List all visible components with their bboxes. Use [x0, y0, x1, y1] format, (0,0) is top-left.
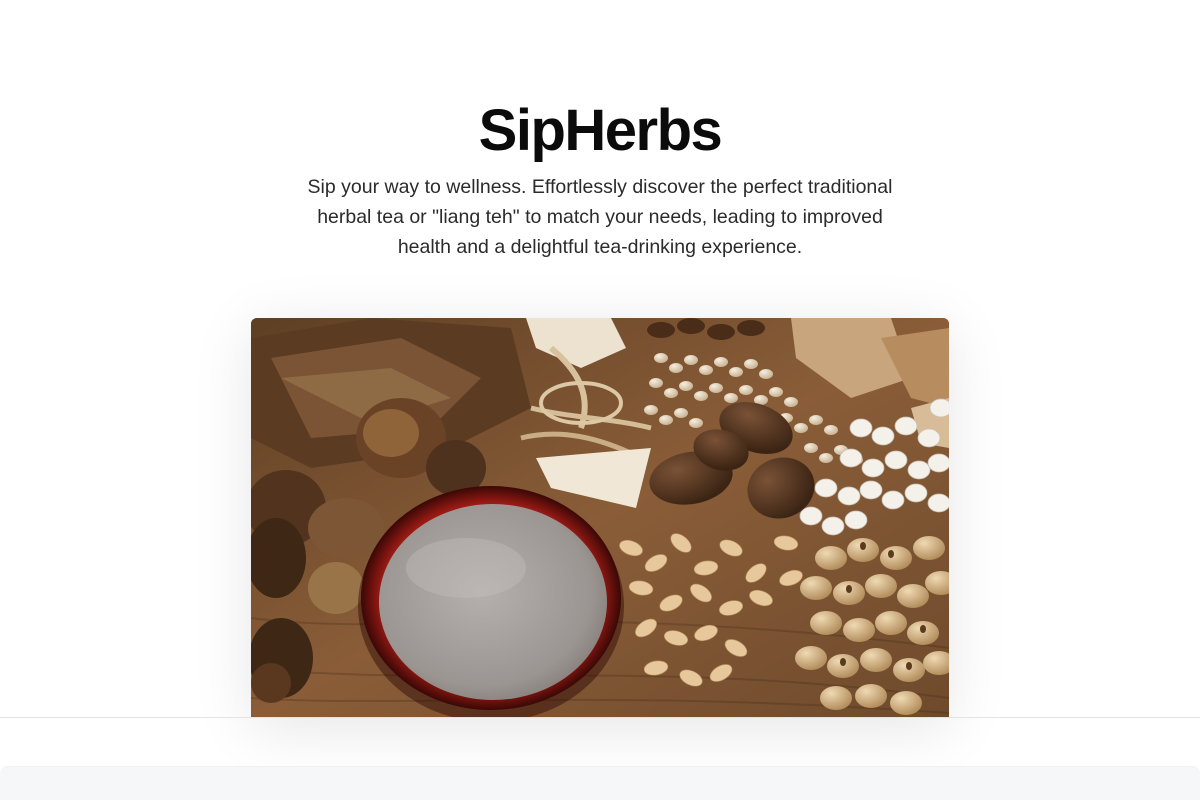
- hero-image: [251, 318, 949, 718]
- hero-tagline: Sip your way to wellness. Effortlessly d…: [307, 176, 893, 258]
- section-divider: [0, 717, 1200, 718]
- next-section-panel: [0, 766, 1200, 800]
- herbal-ingredients-illustration: [251, 318, 949, 718]
- page-title: SipHerbs: [478, 98, 723, 163]
- landing-page: SipHerbs Sip your way to wellness. Effor…: [0, 0, 1200, 800]
